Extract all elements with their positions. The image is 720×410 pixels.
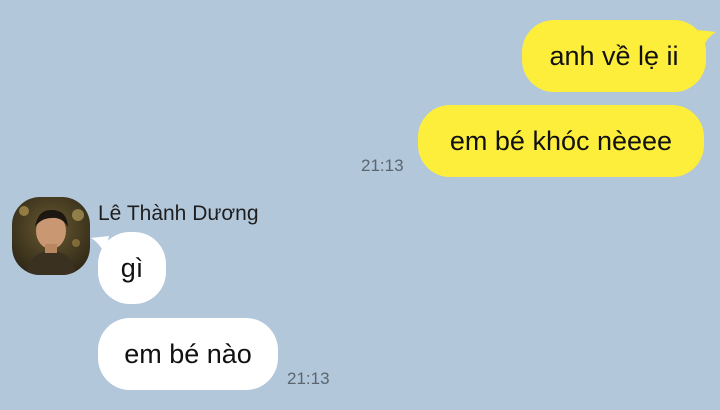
message-timestamp: 21:13 — [287, 369, 330, 388]
contact-photo-icon — [12, 197, 90, 275]
message-text: em bé khóc nèeee — [449, 126, 673, 156]
contact-name[interactable]: Lê Thành Dương — [98, 201, 259, 227]
message-text: gì — [120, 253, 144, 283]
outgoing-message-bubble[interactable]: em bé khóc nèeee — [418, 105, 704, 177]
outgoing-message-bubble[interactable]: anh về lẹ ii — [522, 20, 706, 92]
bubble-tail-icon — [698, 30, 716, 50]
message-text: anh về lẹ ii — [549, 41, 679, 71]
incoming-message-bubble[interactable]: gì — [98, 232, 166, 304]
incoming-message-bubble[interactable]: em bé nào — [98, 318, 278, 390]
message-timestamp: 21:13 — [361, 156, 404, 175]
message-text: em bé nào — [124, 339, 252, 369]
contact-avatar[interactable] — [12, 197, 90, 275]
